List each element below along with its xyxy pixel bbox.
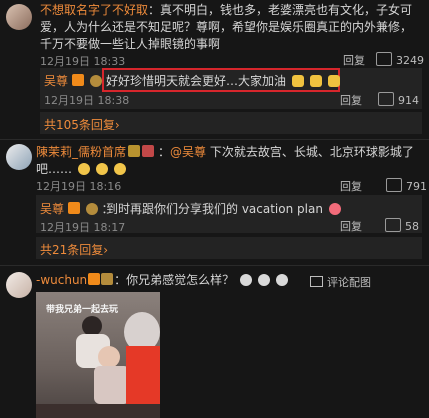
thumb-up-icon bbox=[386, 178, 402, 192]
thumb-up-icon bbox=[376, 52, 392, 66]
muscle-emoji-icon bbox=[327, 75, 340, 87]
sub-reply-like-button[interactable]: 914 bbox=[378, 92, 419, 107]
comment-time: 12月19日 18:33 bbox=[40, 55, 126, 68]
chevron-right-icon: › bbox=[114, 118, 120, 132]
muscle-emoji-icon bbox=[309, 75, 322, 87]
photo-person bbox=[82, 316, 102, 336]
comment-text: 陳茉莉_儒粉首席 ：@吴尊 下次就去故宫、长城、北京环球影城了吧…… bbox=[36, 145, 414, 176]
sub-reply-username[interactable]: 吴尊 bbox=[44, 74, 68, 88]
comment-text: -wuchun ：你兄弟感觉怎么样？ bbox=[36, 272, 288, 289]
like-button[interactable]: 3249 bbox=[376, 52, 424, 67]
photo-caption: 带我兄弟一起去玩 bbox=[46, 305, 119, 315]
comment-username[interactable]: 不想取名字了不好取 bbox=[40, 3, 148, 17]
sub-reply-text: 到时再跟你们分享我们的 vacation plan bbox=[106, 200, 341, 217]
sub-reply-reply-button[interactable]: 回复 bbox=[340, 92, 362, 108]
chevron-right-icon: › bbox=[103, 243, 109, 257]
like-count: 3249 bbox=[396, 54, 424, 67]
like-button[interactable]: 791 bbox=[386, 178, 427, 193]
crown-badge-icon bbox=[85, 203, 98, 215]
photo-person bbox=[94, 366, 130, 404]
reply-button[interactable]: 回复 bbox=[343, 52, 365, 68]
fan-badge-icon bbox=[128, 145, 141, 157]
sad-emoji-icon bbox=[113, 163, 126, 175]
comment-username[interactable]: 陳茉莉_儒粉首席 bbox=[36, 145, 126, 159]
verified-badge-icon bbox=[88, 273, 101, 285]
sub-reply-user[interactable]: 吴尊 ： bbox=[40, 200, 114, 217]
heart-eyes-emoji-icon bbox=[328, 203, 341, 215]
thumb-up-icon bbox=[385, 218, 401, 232]
photo-floor bbox=[36, 404, 160, 418]
reply-button[interactable]: 回复 bbox=[340, 178, 362, 194]
crown-badge-icon bbox=[101, 273, 114, 285]
sad-emoji-icon bbox=[77, 163, 90, 175]
sub-reply-text: 好好珍惜明天就会更好…大家加油 bbox=[106, 72, 340, 89]
comment-photo[interactable]: 带我兄弟一起去玩 bbox=[36, 292, 160, 418]
sub-reply-time: 12月19日 18:17 bbox=[40, 221, 126, 234]
verified-badge-icon bbox=[67, 202, 80, 214]
photo-person bbox=[98, 346, 120, 368]
divider bbox=[0, 139, 429, 140]
divider bbox=[0, 265, 429, 266]
avatar[interactable] bbox=[6, 144, 32, 170]
comment-time: 12月19日 18:16 bbox=[36, 180, 122, 193]
thumb-up-icon bbox=[378, 92, 394, 106]
sub-reply-username[interactable]: 吴尊 bbox=[40, 202, 64, 216]
mention-link[interactable]: @吴尊 bbox=[170, 145, 206, 159]
avatar[interactable] bbox=[6, 272, 32, 298]
verified-badge-icon bbox=[71, 74, 84, 86]
emoji-icon bbox=[257, 274, 270, 286]
sub-reply-time: 12月19日 18:38 bbox=[44, 94, 130, 107]
sub-reply-like-button[interactable]: 58 bbox=[385, 218, 419, 233]
comment-username[interactable]: -wuchun bbox=[36, 273, 87, 287]
comment-image-action[interactable]: 评论配图 bbox=[310, 274, 371, 290]
emoji-icon bbox=[240, 274, 253, 286]
more-replies-link[interactable]: 共105条回复› bbox=[44, 116, 120, 133]
image-icon bbox=[310, 276, 323, 287]
muscle-emoji-icon bbox=[291, 75, 304, 87]
member-badge-icon bbox=[142, 145, 155, 157]
more-replies-link[interactable]: 共21条回复› bbox=[40, 241, 108, 258]
crown-badge-icon bbox=[89, 75, 102, 87]
sub-reply-reply-button[interactable]: 回复 bbox=[340, 218, 362, 234]
comment-body: ：你兄弟感觉怎么样？ bbox=[114, 273, 235, 287]
comment-text: 不想取名字了不好取：真不明白，钱也多，老婆漂亮也有文化，子女可爱，人为什么还是不… bbox=[40, 2, 420, 53]
avatar[interactable] bbox=[6, 4, 32, 30]
sad-emoji-icon bbox=[95, 163, 108, 175]
emoji-icon bbox=[275, 274, 288, 286]
